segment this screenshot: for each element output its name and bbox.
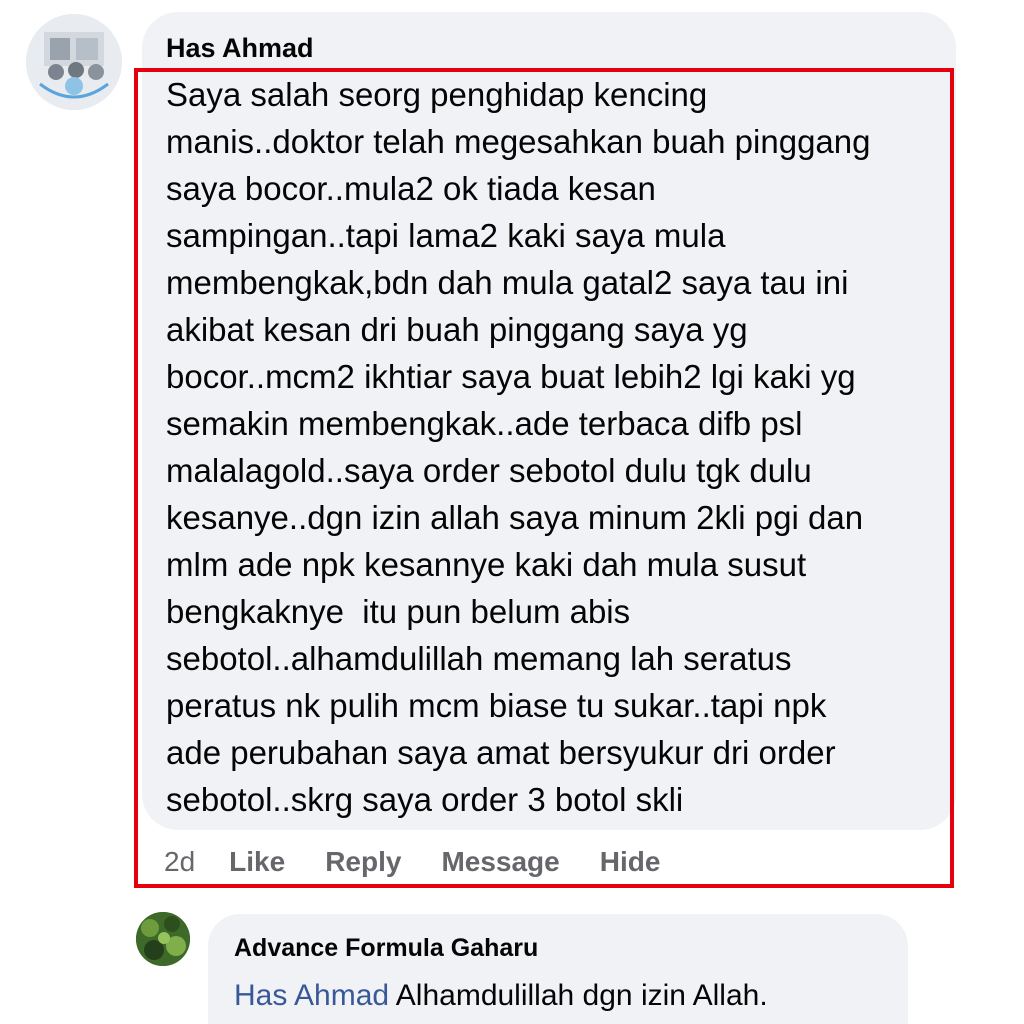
comment-author-name[interactable]: Has Ahmad — [166, 32, 314, 64]
comment-age[interactable]: 2d — [164, 846, 195, 878]
commenter-avatar[interactable] — [26, 14, 122, 110]
comment-line: Saya salah seorg penghidap kencing — [166, 76, 708, 113]
reply-button[interactable]: Reply — [325, 846, 401, 878]
comment-actions: 2d Like Reply Message Hide — [164, 842, 700, 882]
comment-line: membengkak,bdn dah mula gatal2 saya tau … — [166, 264, 849, 301]
comment-line: malalagold..saya order sebotol dulu tgk … — [166, 452, 812, 489]
comment-line: bengkaknye itu pun belum abis — [166, 593, 631, 630]
like-button[interactable]: Like — [229, 846, 285, 878]
reply-text: Has Ahmad Alhamdulillah dgn izin Allah. — [234, 976, 768, 1016]
comment-line: ade perubahan saya amat bersyukur dri or… — [166, 734, 836, 771]
reply-author-avatar[interactable] — [136, 912, 190, 966]
comment-line: akibat kesan dri buah pinggang saya yg — [166, 311, 748, 348]
comment-text: Saya salah seorg penghidap kencing manis… — [166, 71, 946, 823]
comment-line: sebotol..skrg saya order 3 botol skli — [166, 781, 684, 818]
comment-line: manis..doktor telah megesahkan buah ping… — [166, 123, 871, 160]
comment-line: peratus nk pulih mcm biase tu sukar..tap… — [166, 687, 827, 724]
message-button[interactable]: Message — [441, 846, 559, 878]
reply-author-name[interactable]: Advance Formula Gaharu — [234, 933, 538, 963]
mention-link[interactable]: Has Ahmad — [234, 979, 389, 1012]
comment-line: mlm ade npk kesannye kaki dah mula susut — [166, 546, 807, 583]
comment-line: kesanye..dgn izin allah saya minum 2kli … — [166, 499, 864, 536]
reply-body: Alhamdulillah dgn izin Allah. — [395, 979, 768, 1012]
comment-line: sampingan..tapi lama2 kaki saya mula — [166, 217, 726, 254]
comment-line: saya bocor..mula2 ok tiada kesan — [166, 170, 656, 207]
comment-line: bocor..mcm2 ikhtiar saya buat lebih2 lgi… — [166, 358, 856, 395]
comment-line: semakin membengkak..ade terbaca difb psl — [166, 405, 803, 442]
comment-line: sebotol..alhamdulillah memang lah seratu… — [166, 640, 792, 677]
hide-button[interactable]: Hide — [600, 846, 661, 878]
comment-thread: Has Ahmad Saya salah seorg penghidap ken… — [0, 0, 1024, 1024]
